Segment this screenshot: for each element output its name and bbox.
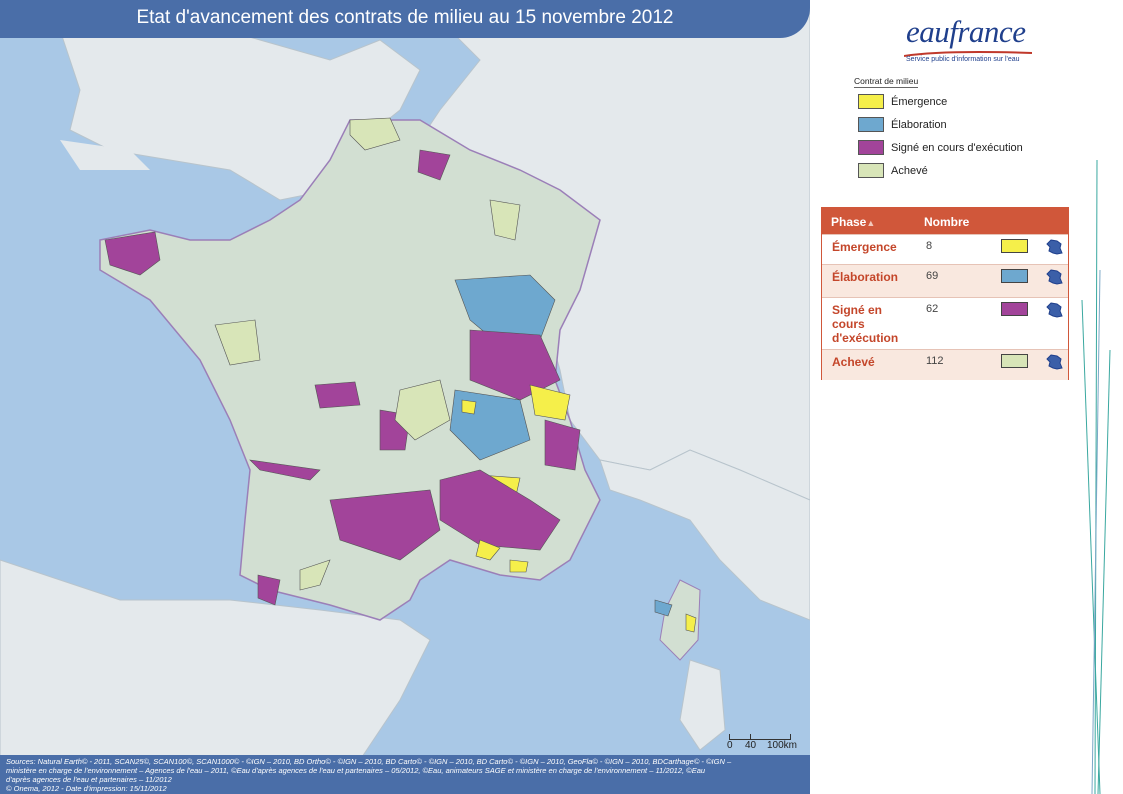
scale-tick-40: 40 — [745, 740, 757, 751]
legend-label: Achevé — [891, 165, 928, 177]
scale-tick-0: 0 — [727, 740, 733, 751]
sources-credits: Sources: Natural Earth© - 2011, SCAN25©,… — [0, 755, 810, 794]
map-canvas[interactable] — [0, 0, 810, 794]
phase-name[interactable]: Élaboration — [832, 270, 912, 284]
phase-header-label: Phase — [831, 215, 867, 229]
phase-count: 69 — [926, 270, 939, 282]
phase-name[interactable]: Signé en cours d'exécution — [832, 303, 912, 345]
legend-title: Contrat de milieu — [854, 76, 919, 88]
phase-color-swatch — [1001, 302, 1028, 316]
phase-row-elaboration: Élaboration 69 — [822, 264, 1068, 298]
legend-swatch — [858, 163, 884, 178]
sources-line: © Onema, 2012 - Date d'impression: 15/11… — [6, 784, 167, 793]
legend-swatch — [858, 140, 884, 155]
sort-up-icon[interactable]: ▲ — [866, 218, 875, 228]
map-title: Etat d'avancement des contrats de milieu… — [0, 0, 810, 38]
legend: Contrat de milieu Émergence Élaboration … — [852, 76, 1052, 191]
phase-name[interactable]: Achevé — [832, 355, 912, 369]
france-map-icon[interactable] — [1046, 268, 1064, 286]
legend-swatch — [858, 117, 884, 132]
phase-row-signe: Signé en cours d'exécution 62 — [822, 297, 1068, 350]
phase-row-emergence: Émergence 8 — [822, 234, 1068, 265]
legend-label: Signé en cours d'exécution — [891, 142, 1023, 154]
legend-swatch — [858, 94, 884, 109]
map-panel[interactable]: Etat d'avancement des contrats de milieu… — [0, 0, 810, 794]
phase-table: Phase▲ Nombre Émergence 8 Élaboration 69… — [821, 207, 1069, 380]
scale-tick-100km: 100km — [767, 740, 798, 751]
france-map-icon[interactable] — [1046, 353, 1064, 371]
france-map-icon[interactable] — [1046, 238, 1064, 256]
brand-tagline: Service public d'information sur l'eau — [906, 56, 1020, 63]
phase-table-header: Phase▲ Nombre — [822, 208, 1068, 234]
sources-line: ministère en charge de l'environnement –… — [6, 766, 706, 775]
eaufrance-logo[interactable]: eaufrance Service public d'information s… — [900, 12, 1040, 72]
phase-color-swatch — [1001, 354, 1028, 368]
phase-count: 62 — [926, 303, 939, 315]
france-map-icon[interactable] — [1046, 301, 1064, 319]
scale-bar: 0 40 100km — [725, 732, 805, 752]
decorative-lines — [1081, 159, 1111, 794]
phase-count: 112 — [926, 355, 944, 367]
phase-color-swatch — [1001, 239, 1028, 253]
sources-line: d'après agences de l'eau et partenaires … — [6, 775, 172, 784]
sources-line: Sources: Natural Earth© - 2011, SCAN25©,… — [6, 757, 732, 766]
phase-count: 8 — [926, 240, 933, 252]
nombre-column-header[interactable]: Nombre — [924, 215, 969, 229]
phase-column-header[interactable]: Phase▲ — [831, 215, 875, 229]
phase-name[interactable]: Émergence — [832, 240, 912, 254]
brand-name: eaufrance — [906, 14, 1026, 49]
phase-color-swatch — [1001, 269, 1028, 283]
legend-label: Émergence — [891, 96, 948, 108]
legend-label: Élaboration — [891, 119, 947, 131]
phase-row-acheve: Achevé 112 — [822, 349, 1068, 380]
